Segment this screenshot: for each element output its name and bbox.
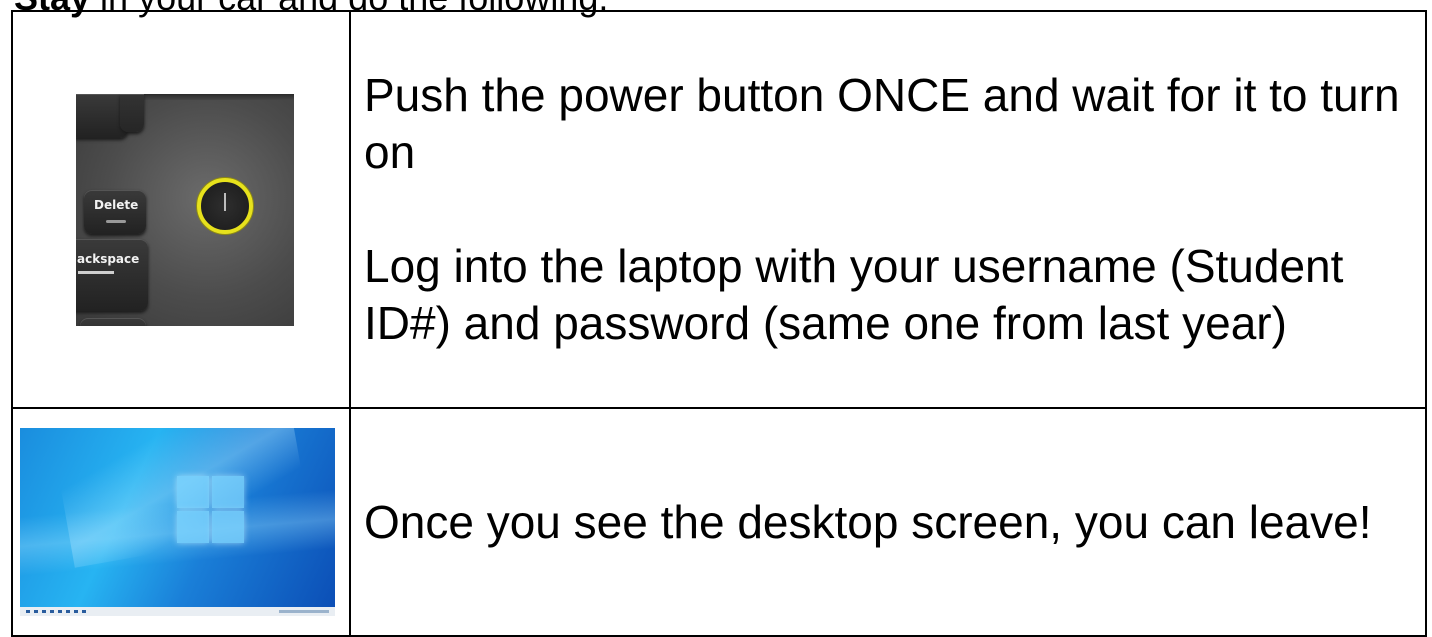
system-tray bbox=[279, 610, 329, 613]
keyboard-photo: Delete ackspace bbox=[76, 93, 294, 326]
step-row-power: Delete ackspace Push the power button ON… bbox=[11, 10, 1427, 409]
power-symbol bbox=[224, 192, 226, 211]
taskbar-icon bbox=[58, 610, 62, 613]
delete-key: Delete bbox=[84, 189, 146, 234]
step-image-cell bbox=[11, 407, 351, 637]
step-instruction-login: Log into the laptop with your username (… bbox=[364, 240, 1344, 349]
taskbar-icon bbox=[74, 610, 78, 613]
taskbar-icon bbox=[50, 610, 54, 613]
taskbar-icon bbox=[82, 610, 86, 613]
backspace-key-underline bbox=[78, 270, 114, 274]
taskbar-icon bbox=[34, 610, 38, 613]
step-text-cell: Once you see the desktop screen, you can… bbox=[349, 407, 1427, 637]
desktop-screenshot bbox=[20, 428, 335, 616]
step-image-cell: Delete ackspace bbox=[11, 10, 351, 409]
backspace-key-label: ackspace bbox=[77, 251, 140, 266]
step-text: Push the power button ONCE and wait for … bbox=[351, 67, 1425, 352]
taskbar-icon bbox=[66, 610, 70, 613]
logo-pane bbox=[177, 511, 209, 543]
taskbar-icon bbox=[42, 610, 46, 613]
step-row-desktop: Once you see the desktop screen, you can… bbox=[11, 407, 1427, 637]
keyboard-key-top-small bbox=[120, 93, 144, 132]
taskbar bbox=[20, 607, 335, 616]
step-instruction-desktop: Once you see the desktop screen, you can… bbox=[364, 495, 1372, 548]
step-text: Once you see the desktop screen, you can… bbox=[351, 494, 1425, 551]
delete-key-underline bbox=[106, 219, 126, 223]
delete-key-label: Delete bbox=[94, 197, 139, 212]
keyboard-key-bottom bbox=[80, 317, 146, 326]
windows-logo-icon bbox=[177, 476, 245, 544]
logo-pane bbox=[212, 511, 244, 543]
instructions-table: Delete ackspace Push the power button ON… bbox=[11, 10, 1427, 637]
backspace-key: ackspace bbox=[76, 238, 148, 311]
power-button-icon bbox=[197, 177, 253, 234]
logo-pane bbox=[212, 476, 244, 508]
taskbar-icon bbox=[26, 610, 30, 613]
step-instruction-power: Push the power button ONCE and wait for … bbox=[364, 69, 1400, 178]
step-text-cell: Push the power button ONCE and wait for … bbox=[349, 10, 1427, 409]
logo-pane bbox=[177, 476, 209, 508]
